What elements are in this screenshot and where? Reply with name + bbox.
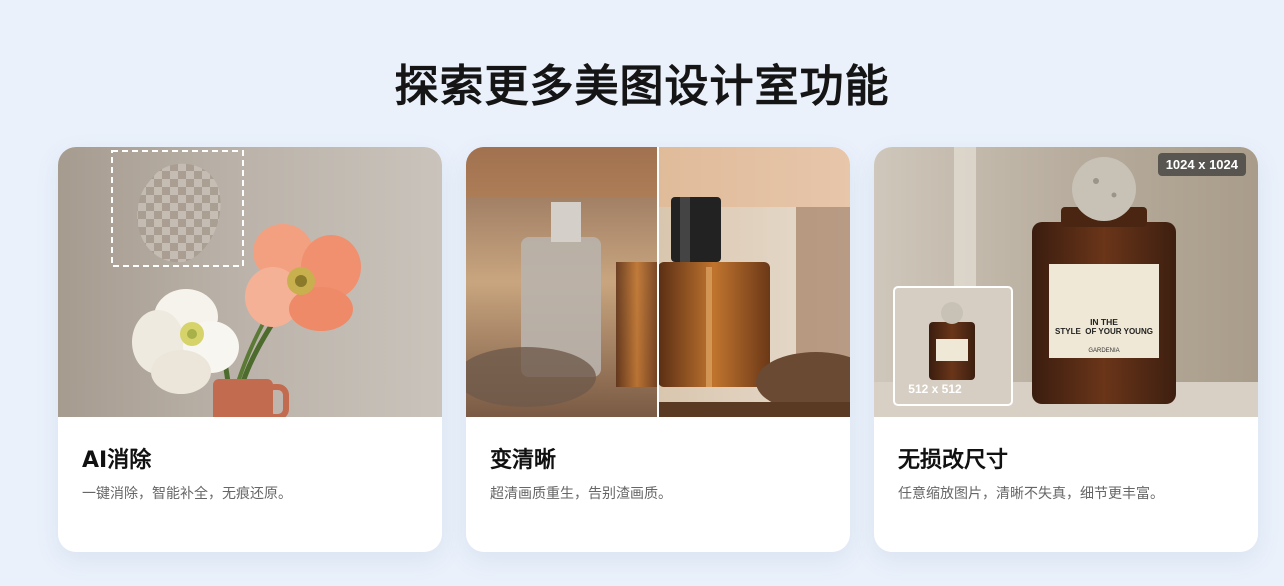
card-title: 无损改尺寸 [898,448,1009,473]
enhance-image [466,147,850,417]
bottle-label-line2: STYLE OF YOUR YOUNG [1055,327,1153,336]
bottle-label-line1: IN THE [1090,317,1118,327]
card-title: AI消除 [82,448,152,473]
bottle-label-brand: GARDENIA [1088,348,1120,354]
card-description: 超清画质重生，告别渣画质。 [490,486,672,502]
feature-cards: AI消除 一键消除，智能补全，无痕还原。 变清晰 超清画质重生，告别渣画质。 1… [58,147,1258,552]
card-description: 一键消除，智能补全，无痕还原。 [82,486,292,502]
enhance-illustration [466,147,850,417]
size-badge-large: 1024 x 1024 [1157,153,1246,176]
ai-remove-image [58,147,442,417]
card-title: 变清晰 [490,448,557,473]
feature-card-resize[interactable]: 1024 x 1024 512 x 512 IN THE STYLE OF YO… [874,147,1258,552]
resize-illustration [874,147,1258,417]
card-description: 任意缩放图片，清晰不失真，细节更丰富。 [898,486,1164,502]
ai-remove-illustration [58,147,442,417]
size-badge-small: 512 x 512 [908,382,962,396]
resize-image: 1024 x 1024 512 x 512 IN THE STYLE OF YO… [874,147,1258,417]
feature-card-ai-remove[interactable]: AI消除 一键消除，智能补全，无痕还原。 [58,147,442,552]
feature-card-enhance[interactable]: 变清晰 超清画质重生，告别渣画质。 [466,147,850,552]
page-title: 探索更多美图设计室功能 [394,61,890,112]
